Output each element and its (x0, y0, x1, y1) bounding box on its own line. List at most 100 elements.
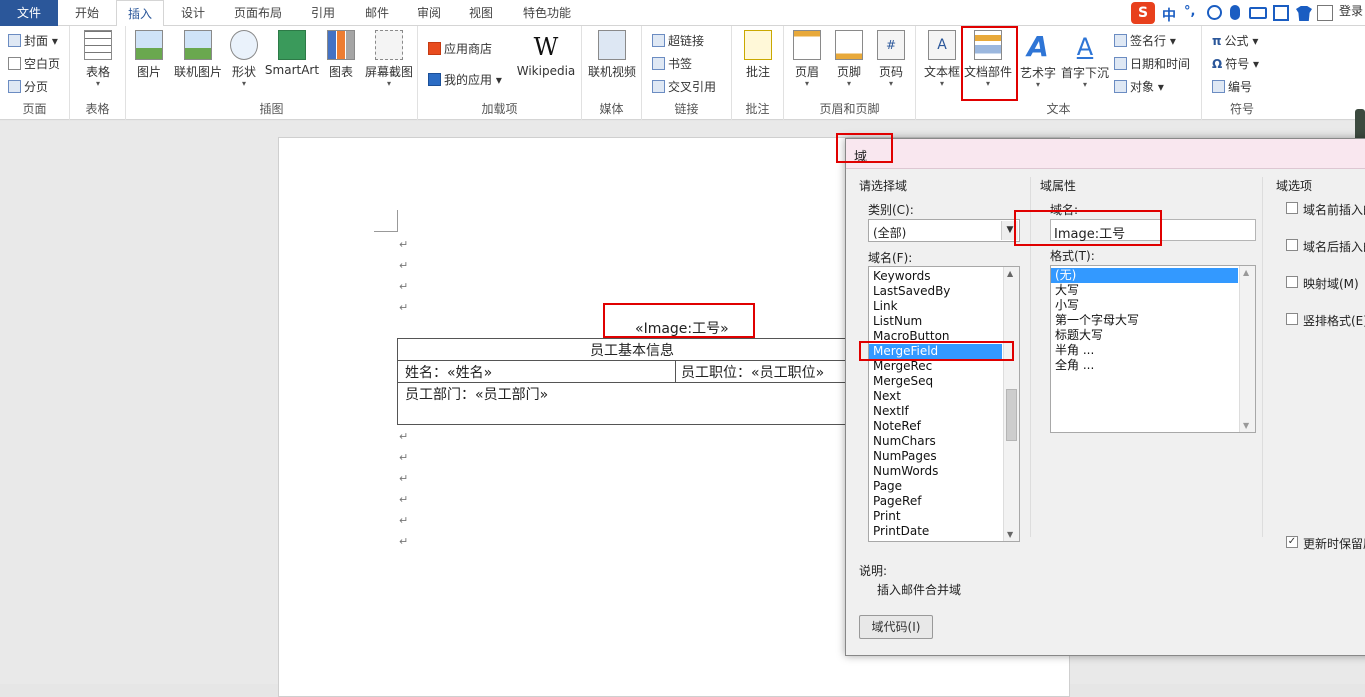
format-item[interactable]: 标题大写 (1051, 328, 1238, 343)
group-label-illustrations: 插图 (259, 102, 284, 116)
table-button[interactable]: 表格 ▾ (70, 30, 126, 88)
date-time-button[interactable]: 日期和时间 (1114, 55, 1190, 72)
smiley-icon[interactable] (1207, 5, 1222, 20)
field-list-scroll-thumb[interactable] (1006, 389, 1017, 441)
field-codes-button[interactable]: 域代码(I) (859, 615, 933, 639)
option-checkbox-2[interactable] (1286, 239, 1298, 251)
format-list[interactable]: (无) 大写 小写 第一个字母大写 标题大写 半角 ... 全角 ... ▲ ▼ (1050, 265, 1256, 433)
tab-insert[interactable]: 插入 (116, 0, 164, 27)
field-name-item[interactable]: NumPages (869, 449, 1002, 464)
field-name-item[interactable]: MergeSeq (869, 374, 1002, 389)
scroll-up-icon[interactable]: ▲ (1007, 269, 1013, 278)
online-video-button[interactable]: 联机视频 (582, 30, 642, 80)
cross-reference-button[interactable]: 交叉引用 (652, 78, 716, 95)
smartart-button[interactable]: SmartArt (264, 30, 320, 77)
cover-page-button[interactable]: 封面 ▾ (8, 32, 58, 49)
equation-button[interactable]: π 公式 ▾ (1212, 32, 1258, 49)
tab-design[interactable]: 设计 (170, 0, 216, 26)
format-item[interactable]: 小写 (1051, 298, 1238, 313)
ime-chinese-mode[interactable]: 中 (1162, 5, 1176, 25)
field-name-item[interactable]: LastSavedBy (869, 284, 1002, 299)
format-list-scrollbar[interactable]: ▲ ▼ (1239, 266, 1255, 432)
chart-button[interactable]: 图表 (324, 30, 358, 80)
field-name-item[interactable]: Page (869, 479, 1002, 494)
page-break-button[interactable]: 分页 (8, 78, 48, 95)
bookmark-button[interactable]: 书签 (652, 55, 692, 72)
footer-button[interactable]: 页脚 ▾ (828, 30, 870, 88)
field-name-item[interactable]: NumWords (869, 464, 1002, 479)
field-list-scrollbar[interactable]: ▲ ▼ (1003, 267, 1019, 541)
mapped-field-checkbox[interactable] (1286, 276, 1298, 288)
tab-layout[interactable]: 页面布局 (224, 0, 292, 26)
table-icon (84, 30, 112, 60)
format-item[interactable]: (无) (1051, 268, 1238, 283)
vertical-format-checkbox[interactable] (1286, 313, 1298, 325)
wordart-button[interactable]: A 艺术字 ▾ (1016, 30, 1060, 89)
field-name-item[interactable]: MergeRec (869, 359, 1002, 374)
wikipedia-button[interactable]: W Wikipedia (514, 30, 578, 78)
microphone-icon[interactable] (1230, 5, 1240, 20)
field-name-item[interactable]: PageRef (869, 494, 1002, 509)
picture-button[interactable]: 图片 (130, 30, 168, 80)
login-link[interactable]: 登录 (1339, 2, 1363, 19)
format-item[interactable]: 大写 (1051, 283, 1238, 298)
option-checkbox-1[interactable] (1286, 202, 1298, 214)
header-button[interactable]: 页眉 ▾ (786, 30, 828, 88)
dropcap-button[interactable]: A 首字下沉 ▾ (1060, 30, 1110, 89)
toolbox-icon[interactable] (1273, 5, 1289, 21)
field-name-item[interactable]: Next (869, 389, 1002, 404)
category-select[interactable]: (全部) ▼ (868, 219, 1020, 242)
tab-mailings[interactable]: 邮件 (354, 0, 400, 26)
scroll-down-icon[interactable]: ▼ (1243, 421, 1249, 430)
page-number-button[interactable]: # 页码 ▾ (870, 30, 912, 88)
scroll-up-icon[interactable]: ▲ (1243, 268, 1249, 277)
tab-file[interactable]: 文件 (0, 0, 58, 26)
sogou-ime-icon[interactable]: S (1131, 2, 1155, 24)
tab-features[interactable]: 特色功能 (512, 0, 582, 26)
tab-review[interactable]: 审阅 (406, 0, 452, 26)
online-picture-icon (184, 30, 212, 60)
online-picture-button[interactable]: 联机图片 (170, 30, 226, 80)
scroll-down-icon[interactable]: ▼ (1007, 530, 1013, 539)
blank-page-button[interactable]: 空白页 (8, 55, 60, 72)
field-name-item[interactable]: ListNum (869, 314, 1002, 329)
field-name-item[interactable]: PrintDate (869, 524, 1002, 539)
field-name-item[interactable]: Keywords (869, 269, 1002, 284)
my-apps-button[interactable]: 我的应用 ▾ (428, 71, 502, 88)
hyperlink-button[interactable]: 超链接 (652, 32, 704, 49)
tab-home[interactable]: 开始 (64, 0, 110, 26)
highlight-field-name (1014, 210, 1162, 246)
ime-punct-mode[interactable]: °, (1184, 4, 1195, 19)
keyboard-icon[interactable] (1249, 7, 1267, 19)
field-name-item[interactable]: NextIf (869, 404, 1002, 419)
shapes-button[interactable]: 形状 ▾ (226, 30, 262, 88)
field-name-item[interactable]: Print (869, 509, 1002, 524)
dialog-titlebar[interactable]: 域 (846, 139, 1365, 169)
blank-page-icon (8, 57, 21, 70)
employee-info-table[interactable]: 员工基本信息 姓名：«姓名» 员工职位：«员工职位» 员工部门：«员工部门» (397, 338, 867, 425)
skin-shirt-icon[interactable] (1296, 6, 1312, 21)
field-name-item[interactable]: NumChars (869, 434, 1002, 449)
format-item[interactable]: 半角 ... (1051, 343, 1238, 358)
grid-menu-icon[interactable] (1317, 5, 1333, 21)
field-names-list[interactable]: Keywords LastSavedBy Link ListNum MacroButto… (868, 266, 1020, 542)
object-button[interactable]: 对象 ▾ (1114, 78, 1164, 95)
comment-button[interactable]: 批注 (732, 30, 784, 80)
field-name-item[interactable]: Link (869, 299, 1002, 314)
format-item[interactable]: 第一个字母大写 (1051, 313, 1238, 328)
signature-line-button[interactable]: 签名行 ▾ (1114, 32, 1176, 49)
tab-references[interactable]: 引用 (300, 0, 346, 26)
store-button[interactable]: 应用商店 (428, 40, 492, 57)
symbol-button[interactable]: Ω 符号 ▾ (1212, 55, 1259, 72)
group-label-symbols: 符号 (1229, 102, 1254, 116)
format-label: 格式(T): (1050, 249, 1095, 263)
format-item[interactable]: 全角 ... (1051, 358, 1238, 373)
group-label-text: 文本 (1046, 102, 1071, 116)
tab-view[interactable]: 视图 (458, 0, 504, 26)
number-button[interactable]: 编号 (1212, 78, 1252, 95)
textbox-button[interactable]: A 文本框 ▾ (920, 30, 964, 88)
preserve-format-checkbox[interactable]: ✓ (1286, 536, 1298, 548)
field-names-label: 域名(F): (868, 251, 913, 265)
field-name-item[interactable]: NoteRef (869, 419, 1002, 434)
screenshot-button[interactable]: 屏幕截图 ▾ (362, 30, 416, 88)
